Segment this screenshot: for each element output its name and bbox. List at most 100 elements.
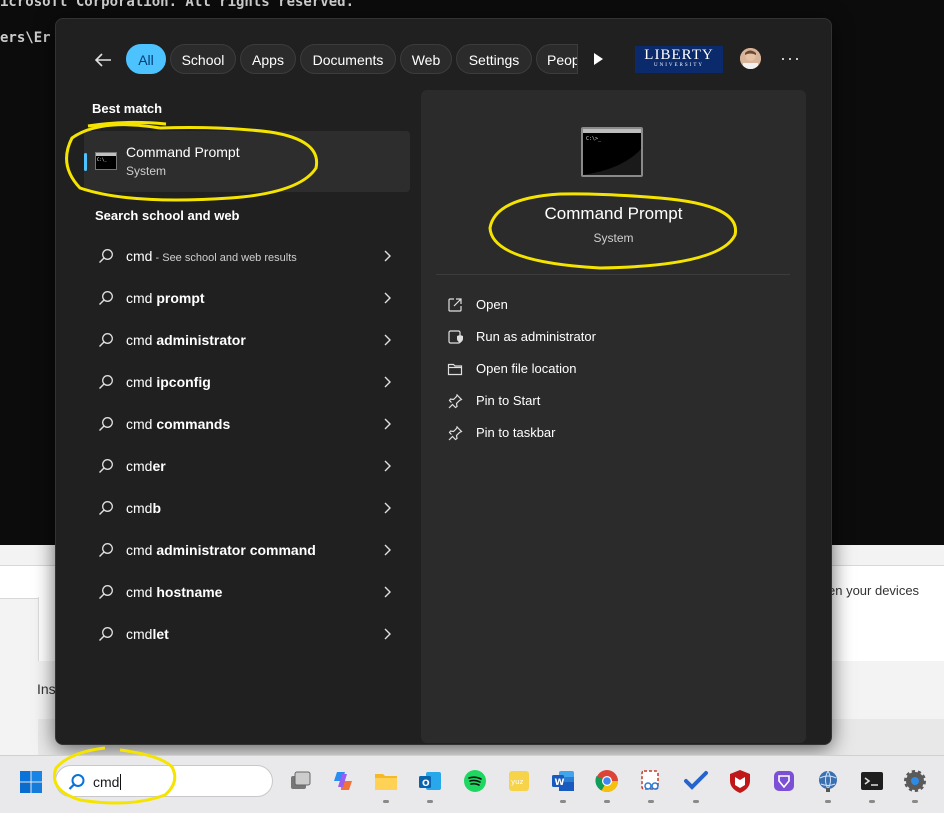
- spotify-button[interactable]: [462, 768, 488, 794]
- suggestion-bold-text: prompt: [156, 290, 205, 306]
- search-school-web-heading: Search school and web: [95, 208, 240, 223]
- suggestion-bold-text: er: [152, 458, 166, 474]
- globe-icon: [819, 770, 837, 792]
- text-caret: [120, 774, 122, 790]
- action-open[interactable]: Open: [445, 292, 775, 318]
- chevron-right-icon: [384, 376, 391, 388]
- best-match-subtitle: System: [126, 164, 167, 178]
- spotify-icon: [464, 770, 486, 792]
- chevron-right-icon: [384, 544, 391, 556]
- avatar-image: [740, 48, 761, 69]
- filter-settings[interactable]: Settings: [456, 44, 532, 74]
- filter-bar: All School Apps Documents Web Settings P…: [56, 19, 831, 99]
- file-explorer-button[interactable]: [373, 768, 399, 794]
- user-avatar[interactable]: [740, 48, 761, 69]
- chevron-right-icon: [384, 628, 391, 640]
- snipping-tool-icon: [641, 770, 659, 790]
- filter-apps[interactable]: Apps: [240, 44, 296, 74]
- outlook-icon: O: [419, 772, 441, 790]
- back-arrow-icon: [94, 53, 111, 67]
- search-icon: [99, 585, 113, 599]
- suggestion-text: cmdb: [126, 500, 161, 516]
- taskbar-search-input[interactable]: cmd: [55, 765, 273, 797]
- svg-text:O: O: [422, 779, 430, 789]
- search-suggestion-item[interactable]: cmd administrator: [84, 321, 410, 361]
- search-suggestion-item[interactable]: cmd prompt: [84, 279, 410, 319]
- network-globe-button[interactable]: [815, 768, 841, 794]
- word-icon: W: [552, 771, 574, 791]
- background-text: en your devices: [828, 583, 920, 598]
- search-icon: [99, 333, 113, 347]
- suggestion-bold-text: hostname: [156, 584, 223, 600]
- action-label: Open: [476, 297, 508, 312]
- terminal-text-line: ers\Er: [0, 30, 51, 46]
- start-button[interactable]: [19, 770, 43, 794]
- search-suggestion-item[interactable]: cmd administrator command: [84, 531, 410, 571]
- more-options-button[interactable]: ···: [780, 47, 800, 69]
- search-suggestion-item[interactable]: cmd commands: [84, 405, 410, 445]
- running-indicator: [383, 800, 389, 803]
- search-suggestion-item[interactable]: cmder: [84, 447, 410, 487]
- action-label: Pin to Start: [476, 393, 541, 408]
- scroll-filters-button[interactable]: [589, 50, 607, 68]
- settings-button[interactable]: [902, 768, 928, 794]
- mcafee-button[interactable]: [727, 768, 753, 794]
- terminal-button[interactable]: [859, 768, 885, 794]
- word-button[interactable]: W: [550, 768, 576, 794]
- copilot-button[interactable]: [330, 768, 356, 794]
- search-suggestion-item[interactable]: cmdb: [84, 489, 410, 529]
- running-indicator: [869, 800, 875, 803]
- task-view-button[interactable]: [287, 768, 313, 794]
- play-arrow-icon: [594, 53, 603, 65]
- suggestion-prefix: cmd: [126, 626, 153, 642]
- running-indicator: [825, 800, 831, 803]
- svg-text:C:\_: C:\_: [97, 157, 107, 162]
- svg-text:yuz: yuz: [511, 778, 524, 786]
- chevron-right-icon: [384, 334, 391, 346]
- filter-people[interactable]: Peop: [536, 44, 578, 74]
- back-button[interactable]: [92, 49, 114, 71]
- search-suggestion-item[interactable]: cmd - See school and web results: [84, 237, 410, 277]
- running-indicator: [427, 800, 433, 803]
- start-menu: All School Apps Documents Web Settings P…: [55, 18, 832, 745]
- svg-text:W: W: [555, 778, 565, 788]
- action-run-as-administrator[interactable]: Run as administrator: [445, 324, 775, 350]
- suggestion-text: cmd - See school and web results: [126, 248, 297, 264]
- running-indicator: [604, 800, 610, 803]
- chevron-right-icon: [384, 418, 391, 430]
- filter-all[interactable]: All: [126, 44, 166, 74]
- suggestion-text: cmd administrator command: [126, 542, 316, 558]
- proton-vpn-button[interactable]: [771, 768, 797, 794]
- divider: [436, 274, 790, 275]
- suggestion-text: cmder: [126, 458, 166, 474]
- suggestion-text: cmd administrator: [126, 332, 246, 348]
- detail-pane: C:\>_ Command Prompt System Open Run as …: [421, 90, 806, 743]
- organization-logo[interactable]: LIBERTY UNIVERSITY: [635, 46, 723, 73]
- filter-documents[interactable]: Documents: [300, 44, 396, 74]
- todo-button[interactable]: [683, 768, 709, 794]
- outlook-button[interactable]: O: [417, 768, 443, 794]
- copilot-icon: [334, 772, 352, 790]
- snipping-tool-button[interactable]: [638, 768, 664, 794]
- search-suggestion-item[interactable]: cmdlet: [84, 615, 410, 655]
- chrome-icon: [595, 770, 618, 792]
- action-open-file-location[interactable]: Open file location: [445, 356, 775, 382]
- filter-web[interactable]: Web: [400, 44, 452, 74]
- best-match-command-prompt[interactable]: C:\_ Command Prompt System: [84, 131, 410, 192]
- search-suggestion-item[interactable]: cmd hostname: [84, 573, 410, 613]
- running-indicator: [648, 800, 654, 803]
- running-indicator: [560, 800, 566, 803]
- chrome-button[interactable]: [594, 768, 620, 794]
- search-icon: [99, 417, 113, 431]
- chevron-right-icon: [384, 460, 391, 472]
- chevron-right-icon: [384, 502, 391, 514]
- taskbar: cmd O yuz W: [0, 755, 944, 813]
- search-value: cmd: [93, 774, 120, 790]
- notes-app-button[interactable]: yuz: [506, 768, 532, 794]
- filter-school[interactable]: School: [170, 44, 236, 74]
- running-indicator: [912, 800, 918, 803]
- action-pin-to-taskbar[interactable]: Pin to taskbar: [445, 420, 775, 446]
- action-pin-to-start[interactable]: Pin to Start: [445, 388, 775, 414]
- logo-text: LIBERTY: [644, 47, 714, 63]
- search-suggestion-item[interactable]: cmd ipconfig: [84, 363, 410, 403]
